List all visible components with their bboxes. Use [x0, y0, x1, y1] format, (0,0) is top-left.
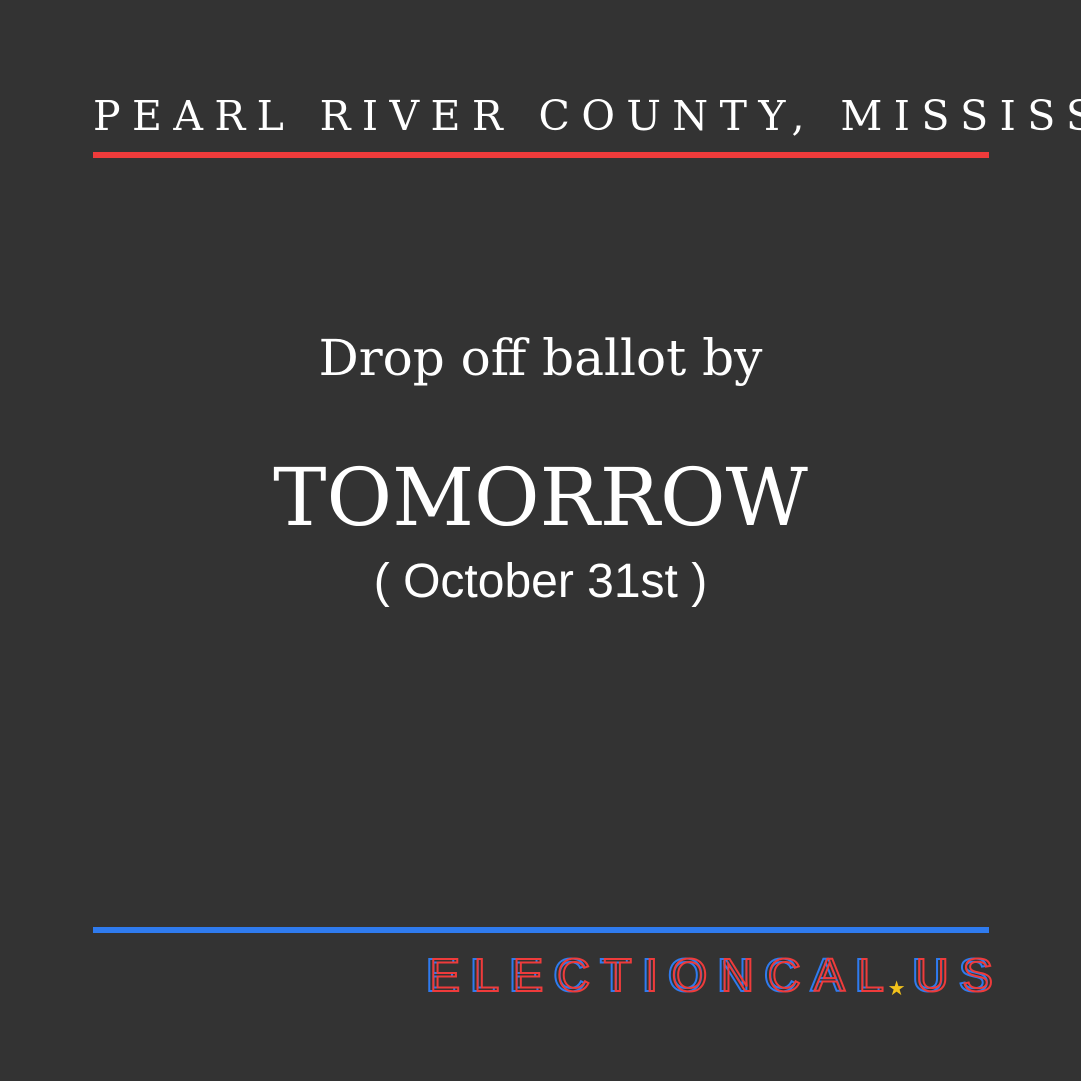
brand-letter: E	[425, 948, 474, 1002]
brand-letter: I	[640, 948, 672, 1002]
brand-letter: O	[667, 948, 722, 1002]
deadline-headline: TOMORROW	[273, 451, 808, 544]
brand-letter: L	[854, 948, 898, 1002]
brand-letter: T	[599, 948, 645, 1002]
county-state-title: PEARL RIVER COUNTY, MISSISSIPPI	[93, 92, 1081, 140]
bottom-blue-divider	[93, 927, 989, 933]
brand-letter: E	[508, 948, 557, 1002]
deadline-date: ( October 31st )	[373, 555, 708, 608]
brand-letter: N	[716, 948, 767, 1002]
brand-letter: U	[911, 948, 962, 1002]
deadline-caption: Drop off ballot by	[318, 329, 763, 387]
brand-letter: C	[552, 948, 603, 1002]
top-red-divider	[93, 152, 989, 158]
brand-name-primary: ELECTIONCAL	[425, 948, 898, 1002]
brand-letter: A	[809, 948, 858, 1002]
election-reminder-card: PEARL RIVER COUNTY, MISSISSIPPI Drop off…	[0, 0, 1081, 1081]
brand-letter: L	[469, 948, 513, 1002]
brand-letter: S	[957, 948, 1006, 1002]
brand-letter: C	[763, 948, 814, 1002]
brand-logo[interactable]: ELECTIONCAL★US	[425, 948, 1007, 1002]
brand-name-suffix: US	[911, 948, 1007, 1002]
